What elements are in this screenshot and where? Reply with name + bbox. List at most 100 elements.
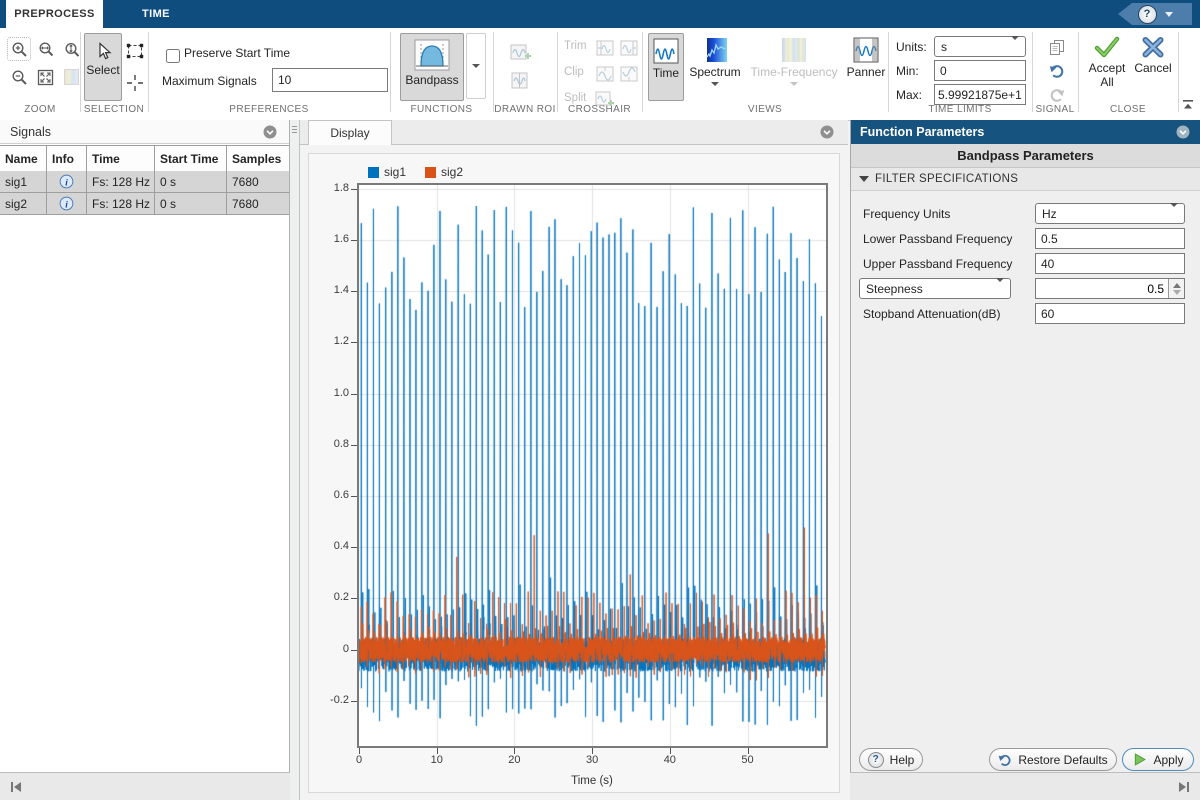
time-view-icon <box>653 38 679 64</box>
redo-icon <box>1049 87 1065 103</box>
clip-top-button[interactable] <box>594 63 616 85</box>
zoom-out-icon <box>11 69 28 86</box>
min-label: Min: <box>896 64 919 78</box>
redo-button[interactable] <box>1046 84 1068 106</box>
table-row[interactable]: sig2 i Fs: 128 Hz 0 s 7680 <box>0 193 289 215</box>
upper-passband-label: Upper Passband Frequency <box>863 257 1012 271</box>
roi-add-icon <box>510 44 532 63</box>
zoom-in-x-icon <box>37 41 54 58</box>
spectrum-view-icon <box>702 37 728 63</box>
clip-bottom-icon <box>620 66 638 82</box>
steepness-value-input[interactable] <box>1036 279 1168 298</box>
legend-item-sig1[interactable]: sig1 <box>368 165 406 179</box>
display-collapse-button[interactable] <box>820 125 834 142</box>
signal-analyzer-window: PREPROCESS TIME ? ZOOM SELECTION PREFERE… <box>0 0 1200 800</box>
col-samples[interactable]: Samples <box>227 146 289 171</box>
lower-passband-input[interactable] <box>1035 228 1185 249</box>
col-start-time[interactable]: Start Time <box>155 146 227 171</box>
panel-splitter[interactable] <box>290 120 300 800</box>
steepness-stepper[interactable] <box>1168 279 1184 298</box>
fit-to-view-icon <box>37 69 54 86</box>
units-dropdown[interactable]: s <box>934 36 1026 57</box>
filter-specifications-section[interactable]: FILTER SPECIFICATIONS <box>851 168 1200 191</box>
stopband-input[interactable] <box>1035 303 1185 324</box>
legend-item-sig2[interactable]: sig2 <box>425 165 463 179</box>
select-button[interactable]: Select <box>84 33 122 101</box>
table-row[interactable]: sig1 i Fs: 128 Hz 0 s 7680 <box>0 171 289 193</box>
step-down-icon <box>1173 290 1181 295</box>
spectrum-view-button[interactable]: Spectrum <box>686 33 744 99</box>
signal-plot-canvas[interactable] <box>359 185 826 746</box>
units-value: s <box>935 40 1011 54</box>
collapse-left-button[interactable] <box>8 779 24 798</box>
point-select-button[interactable] <box>124 72 146 94</box>
expand-right-button[interactable] <box>1176 779 1192 798</box>
col-time[interactable]: Time <box>87 146 155 171</box>
panner-strip-button[interactable] <box>60 66 82 88</box>
signals-collapse-button[interactable] <box>263 125 277 142</box>
fit-to-view-button[interactable] <box>34 66 56 88</box>
help-menu-button[interactable]: ? <box>1118 3 1192 25</box>
zoom-in-y-icon <box>63 41 80 58</box>
clip-bottom-button[interactable] <box>618 63 640 85</box>
tab-preprocess[interactable]: PREPROCESS <box>6 0 103 28</box>
max-input[interactable] <box>934 84 1026 105</box>
cell-time: Fs: 128 Hz <box>87 171 155 192</box>
undo-icon <box>1049 63 1065 79</box>
minimize-ribbon-button[interactable] <box>1180 96 1196 112</box>
cancel-label: Cancel <box>1134 61 1171 75</box>
zoom-in-x-button[interactable] <box>34 38 56 60</box>
preserve-start-time-label: Preserve Start Time <box>184 46 290 60</box>
time-frequency-view-button[interactable]: Time-Frequency <box>748 33 840 99</box>
panner-view-icon <box>853 37 879 63</box>
zoom-in-y-button[interactable] <box>60 38 82 60</box>
tab-time[interactable]: TIME <box>103 0 209 28</box>
split-button[interactable] <box>594 88 616 110</box>
min-input[interactable] <box>934 60 1026 81</box>
upper-passband-input[interactable] <box>1035 253 1185 274</box>
x-axis-label: Time (s) <box>492 775 692 787</box>
zoom-in-button[interactable] <box>8 38 30 60</box>
panner-view-label: Panner <box>847 65 886 79</box>
frequency-units-dropdown[interactable]: Hz <box>1035 203 1185 224</box>
help-button[interactable]: ? Help <box>859 748 923 771</box>
section-collapse-arrow-icon <box>859 176 869 182</box>
time-frequency-view-icon <box>781 37 807 63</box>
fp-collapse-button[interactable] <box>1176 125 1190 142</box>
chevron-down-icon <box>1170 203 1178 221</box>
functions-gallery-dropdown[interactable] <box>466 33 486 99</box>
restore-defaults-button[interactable]: Restore Defaults <box>989 748 1117 771</box>
accept-all-label: Accept All <box>1085 61 1129 89</box>
section-label-zoom: ZOOM <box>0 104 80 117</box>
trim-right-button[interactable] <box>618 37 640 59</box>
plot-axes[interactable] <box>357 183 828 748</box>
rectangle-select-button[interactable] <box>124 40 146 62</box>
signals-panel: Signals Name Info Time Start Time Sample… <box>0 120 290 772</box>
extract-roi-button[interactable] <box>510 42 532 64</box>
chevron-down-icon <box>790 82 798 86</box>
split-icon <box>595 91 615 108</box>
bandpass-button[interactable]: Bandpass <box>400 33 464 101</box>
remove-roi-button[interactable] <box>510 70 532 92</box>
lower-passband-label: Lower Passband Frequency <box>863 232 1012 246</box>
trim-left-button[interactable] <box>594 37 616 59</box>
zoom-out-button[interactable] <box>8 66 30 88</box>
cancel-button[interactable]: Cancel <box>1132 34 1174 100</box>
duplicate-signal-button[interactable] <box>1046 36 1068 58</box>
maximum-signals-input[interactable] <box>272 68 388 92</box>
section-label-views: VIEWS <box>642 104 888 117</box>
undo-button[interactable] <box>1046 60 1068 82</box>
time-view-button[interactable]: Time <box>648 33 684 101</box>
signals-table-header: Name Info Time Start Time Samples <box>0 145 289 172</box>
info-icon[interactable]: i <box>59 174 74 189</box>
info-icon[interactable]: i <box>59 196 74 211</box>
preserve-start-time-checkbox[interactable] <box>166 49 180 63</box>
steepness-dropdown[interactable]: Steepness <box>859 278 1011 299</box>
panner-view-button[interactable]: Panner <box>845 33 887 99</box>
apply-button[interactable]: Apply <box>1122 748 1194 771</box>
col-info[interactable]: Info <box>47 146 87 171</box>
col-name[interactable]: Name <box>0 146 47 171</box>
tab-display[interactable]: Display <box>308 120 392 145</box>
section-label-preferences: PREFERENCES <box>148 104 390 117</box>
accept-all-button[interactable]: Accept All <box>1084 34 1130 100</box>
